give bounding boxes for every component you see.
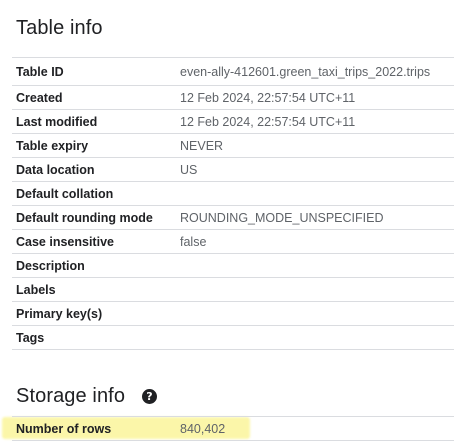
row-label-table-expiry: Table expiry	[12, 133, 176, 158]
row-label-description: Description	[12, 253, 176, 278]
row-value-number-of-rows: 840,402	[176, 416, 454, 441]
row-value-case-insensitive: false	[176, 229, 454, 254]
table-row: Labels	[12, 277, 454, 302]
table-info-table: Table ID even-ally-412601.green_taxi_tri…	[12, 57, 454, 350]
row-label-default-collation: Default collation	[12, 181, 176, 206]
table-row: Primary key(s)	[12, 301, 454, 326]
row-value-table-expiry: NEVER	[176, 133, 454, 158]
row-label-primary-keys: Primary key(s)	[12, 301, 176, 326]
row-label-case-insensitive: Case insensitive	[12, 229, 176, 254]
row-value-default-collation	[176, 181, 454, 206]
row-value-description	[176, 253, 454, 278]
row-label-table-id: Table ID	[12, 57, 176, 86]
row-label-default-rounding-mode: Default rounding mode	[12, 205, 176, 230]
table-row: Table ID even-ally-412601.green_taxi_tri…	[12, 57, 454, 86]
row-value-data-location: US	[176, 157, 454, 182]
table-row: Tags	[12, 325, 454, 350]
row-value-table-id: even-ally-412601.green_taxi_trips_2022.t…	[176, 57, 454, 86]
table-row: Data location US	[12, 157, 454, 182]
table-row: Last modified 12 Feb 2024, 22:57:54 UTC+…	[12, 109, 454, 134]
row-label-number-of-rows: Number of rows	[12, 416, 176, 441]
table-row: Number of rows 840,402	[12, 416, 454, 441]
help-circle-icon[interactable]: ?	[142, 389, 157, 404]
storage-info-table: Number of rows 840,402	[12, 416, 454, 441]
row-value-created: 12 Feb 2024, 22:57:54 UTC+11	[176, 85, 454, 110]
row-label-labels: Labels	[12, 277, 176, 302]
table-row: Table expiry NEVER	[12, 133, 454, 158]
table-row: Default rounding mode ROUNDING_MODE_UNSP…	[12, 205, 454, 230]
row-value-default-rounding-mode: ROUNDING_MODE_UNSPECIFIED	[176, 205, 454, 230]
row-label-last-modified: Last modified	[12, 109, 176, 134]
row-label-tags: Tags	[12, 325, 176, 350]
row-value-primary-keys	[176, 301, 454, 326]
row-label-data-location: Data location	[12, 157, 176, 182]
table-row: Created 12 Feb 2024, 22:57:54 UTC+11	[12, 85, 454, 110]
table-row: Case insensitive false	[12, 229, 454, 254]
row-value-last-modified: 12 Feb 2024, 22:57:54 UTC+11	[176, 109, 454, 134]
table-row: Description	[12, 253, 454, 278]
storage-info-title: Storage info	[16, 385, 126, 407]
table-row: Default collation	[12, 181, 454, 206]
row-value-tags	[176, 325, 454, 350]
row-value-labels	[176, 277, 454, 302]
row-label-created: Created	[12, 85, 176, 110]
table-info-title: Table info	[16, 17, 103, 39]
